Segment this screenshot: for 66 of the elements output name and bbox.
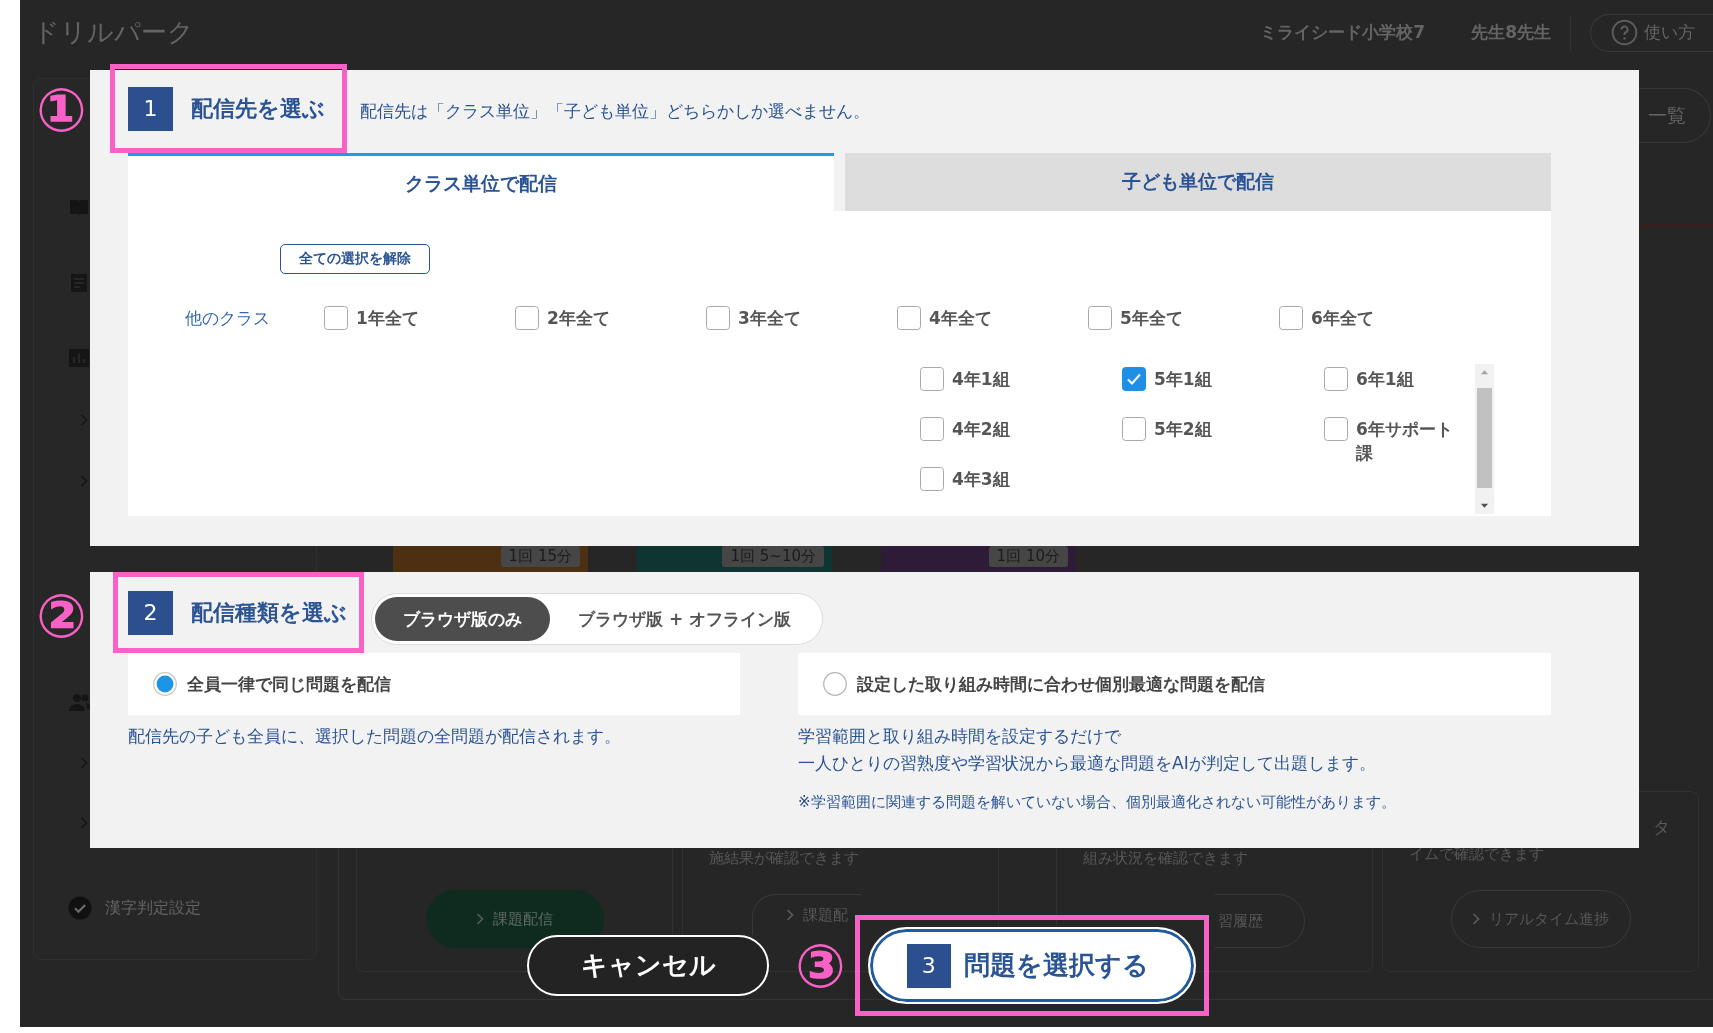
step-number: 3 xyxy=(906,943,951,988)
checkbox-label: 5年全て xyxy=(1120,306,1183,330)
clear-selection-button[interactable]: 全ての選択を解除 xyxy=(280,244,430,274)
checkbox-label: 6年サポート課 xyxy=(1356,418,1454,465)
radio-option[interactable]: 全員一律で同じ問題を配信 xyxy=(128,653,740,715)
step-title: 配信先を選ぶ xyxy=(191,94,325,123)
school-name: ミライシード小学校7 xyxy=(1260,21,1426,44)
checkbox[interactable] xyxy=(1088,306,1112,330)
step-note: 配信先は「クラス単位」「子ども単位」どちらかしか選べません。 xyxy=(360,100,870,123)
checkbox[interactable] xyxy=(1122,367,1146,391)
checkbox[interactable] xyxy=(897,306,921,330)
option-description: 学習範囲と取り組み時間を設定するだけで xyxy=(798,725,1121,748)
chevron-icon xyxy=(476,913,484,925)
chevron-icon xyxy=(786,909,794,921)
radio-button[interactable] xyxy=(823,672,847,696)
bar-chart-icon[interactable] xyxy=(68,348,90,368)
checkbox-label: 6年1組 xyxy=(1356,368,1414,391)
select-questions-button[interactable]: 3 問題を選択する xyxy=(867,927,1196,1004)
toggle-option[interactable]: ブラウザ版 + オフライン版 xyxy=(550,597,820,641)
checkbox[interactable] xyxy=(1324,417,1348,441)
checkbox-label: 2年全て xyxy=(547,306,610,330)
checkbox-label: 4年1組 xyxy=(952,368,1010,391)
step-number: 1 xyxy=(128,86,173,131)
toggle-option[interactable]: ブラウザ版のみ xyxy=(375,597,550,641)
checkbox-label: 4年3組 xyxy=(952,468,1010,491)
step-marker: ① xyxy=(36,80,87,140)
checkbox[interactable] xyxy=(1122,417,1146,441)
teacher-name: 先生8先生 xyxy=(1471,21,1551,44)
option-description: 配信先の子ども全員に、選択した問題の全問題が配信されます。 xyxy=(128,725,621,748)
scrollbar-thumb[interactable] xyxy=(1477,388,1492,488)
cancel-button[interactable]: キャンセル xyxy=(527,935,769,996)
people-icon[interactable] xyxy=(68,692,92,712)
checkbox[interactable] xyxy=(1324,367,1348,391)
step-number: 2 xyxy=(128,590,173,635)
chevron-icon xyxy=(1472,913,1480,925)
checkbox-label: 6年全て xyxy=(1311,306,1374,330)
scrollbar[interactable] xyxy=(1475,364,1494,514)
step-marker: ② xyxy=(36,586,87,646)
option-note: ※学習範囲に関連する問題を解いていない場合、個別最適化されない可能性があります。 xyxy=(798,792,1396,813)
checkbox[interactable] xyxy=(324,306,348,330)
checkbox-label: 1年全て xyxy=(356,306,419,330)
scroll-down-arrow-icon[interactable] xyxy=(1480,503,1489,509)
radio-option[interactable]: 設定した取り組み時間に合わせ個別最適な問題を配信 xyxy=(798,653,1551,715)
row-label: 他のクラス xyxy=(185,306,271,330)
option-description: 一人ひとりの習熟度や学習状況から最適な問題をAIが判定して出題します。 xyxy=(798,752,1376,775)
checkbox[interactable] xyxy=(1279,306,1303,330)
step-title: 配信種類を選ぶ xyxy=(191,598,347,627)
tab[interactable]: クラス単位で配信 xyxy=(128,153,834,211)
checkbox[interactable] xyxy=(920,467,944,491)
checkbox[interactable] xyxy=(515,306,539,330)
checkbox-label: 4年2組 xyxy=(952,418,1010,441)
check-circle-icon xyxy=(68,896,92,920)
checkbox[interactable] xyxy=(920,417,944,441)
step-marker: ③ xyxy=(795,935,846,996)
app-logo: ドリルパーク xyxy=(33,16,194,49)
checkbox-label: 5年2組 xyxy=(1154,418,1212,441)
checkbox-label: 5年1組 xyxy=(1154,368,1212,391)
scroll-up-arrow-icon[interactable] xyxy=(1480,369,1489,375)
checkbox-label: 3年全て xyxy=(738,306,801,330)
document-icon[interactable] xyxy=(68,272,90,294)
checkbox-label: 4年全て xyxy=(929,306,992,330)
help-icon xyxy=(1611,19,1638,46)
checkbox[interactable] xyxy=(920,367,944,391)
tab[interactable]: 子ども単位で配信 xyxy=(845,153,1551,211)
radio-button[interactable] xyxy=(153,672,177,696)
checkbox[interactable] xyxy=(706,306,730,330)
